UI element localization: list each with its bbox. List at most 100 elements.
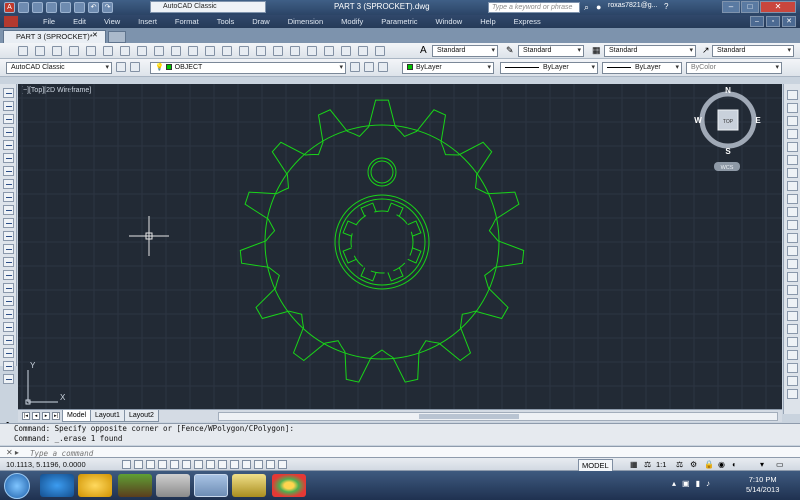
scroll-thumb[interactable] <box>419 414 519 419</box>
properties-icon[interactable] <box>290 46 300 56</box>
command-input[interactable] <box>30 448 790 458</box>
modify-join-icon[interactable] <box>787 259 798 269</box>
layer-combo[interactable]: 💡 OBJECT <box>150 62 346 74</box>
rectangle-icon[interactable] <box>3 140 14 150</box>
make-current-icon[interactable] <box>350 62 360 72</box>
minecraft-icon[interactable] <box>118 474 152 497</box>
table-icon[interactable] <box>3 309 14 319</box>
move-icon[interactable] <box>3 348 14 358</box>
modify-hatch-edit-icon[interactable] <box>787 376 798 386</box>
modify-fillet-icon[interactable] <box>787 285 798 295</box>
spline-slot[interactable] <box>360 202 377 217</box>
compass-north[interactable]: N <box>725 86 731 95</box>
isolate-objects-icon[interactable]: ◐ <box>732 460 737 469</box>
internet-explorer-icon[interactable] <box>40 474 74 497</box>
stretch-icon[interactable] <box>3 374 14 384</box>
lock-icon[interactable]: 🔒 <box>704 460 714 469</box>
show-lineweight-toggle[interactable] <box>242 460 251 469</box>
tab-layout1[interactable]: Layout1 <box>90 410 125 422</box>
color-combo[interactable]: ByLayer <box>402 62 494 74</box>
menu-draw[interactable]: Draw <box>243 17 279 26</box>
doc-minimize-button[interactable]: – <box>750 16 764 27</box>
help-icon[interactable]: ? <box>664 2 668 11</box>
snap-mode-toggle[interactable] <box>134 460 143 469</box>
wcs-menu[interactable]: WCS <box>721 165 734 171</box>
selection-cycling-toggle[interactable] <box>278 460 287 469</box>
copy-obj-icon[interactable] <box>3 361 14 371</box>
menu-edit[interactable]: Edit <box>64 17 95 26</box>
user-label[interactable]: roxas7821@g... <box>608 2 658 9</box>
gradient-icon[interactable] <box>3 283 14 293</box>
arc-icon[interactable] <box>3 153 14 163</box>
status-menu-icon[interactable]: ▾ <box>760 460 764 469</box>
modify-extend-icon[interactable] <box>787 220 798 230</box>
doc-restore-button[interactable]: ▫ <box>766 16 780 27</box>
menu-express[interactable]: Express <box>505 17 550 26</box>
taskbar-clock[interactable]: 7:10 PM 5/14/2013 <box>746 475 779 495</box>
modify-move-icon[interactable] <box>787 155 798 165</box>
design-center-icon[interactable] <box>307 46 317 56</box>
markup-icon[interactable] <box>358 46 368 56</box>
hardware-acceleration-icon[interactable]: ◉ <box>718 460 725 469</box>
menu-parametric[interactable]: Parametric <box>372 17 426 26</box>
zoom-window-icon[interactable] <box>256 46 266 56</box>
menu-dimension[interactable]: Dimension <box>279 17 332 26</box>
calculator-icon[interactable] <box>375 46 385 56</box>
close-tab-icon[interactable]: ✕ <box>92 31 98 39</box>
annotation-visibility-icon[interactable]: ⚖ <box>676 460 683 469</box>
clean-screen-icon[interactable]: ▭ <box>776 460 784 469</box>
modify-copy-icon[interactable] <box>787 103 798 113</box>
publish-icon[interactable] <box>103 46 113 56</box>
chrome-icon[interactable] <box>272 474 306 497</box>
modify-lengthen-icon[interactable] <box>787 337 798 347</box>
menu-window[interactable]: Window <box>427 17 472 26</box>
close-button[interactable]: ✕ <box>760 1 796 13</box>
spline-slot[interactable] <box>342 247 357 264</box>
user-icon[interactable]: ● <box>596 2 601 12</box>
open-icon[interactable] <box>35 46 45 56</box>
spline-slot[interactable] <box>360 267 377 282</box>
doc-close-button[interactable]: ✕ <box>782 16 796 27</box>
zoom-previous-icon[interactable] <box>273 46 283 56</box>
quick-view-icon[interactable]: ▦ <box>630 460 638 469</box>
multiline-text-2-icon[interactable] <box>3 322 14 332</box>
next-layout-button[interactable]: ▸ <box>42 412 50 420</box>
text-style-icon[interactable]: A <box>420 45 427 56</box>
plot-icon[interactable] <box>69 46 79 56</box>
match-properties-icon[interactable] <box>171 46 181 56</box>
annotation-scale[interactable]: 1:1 <box>656 460 666 469</box>
paste-icon[interactable] <box>154 46 164 56</box>
viewcube-face[interactable]: TOP <box>723 119 734 125</box>
dim-style-icon[interactable]: ✎ <box>506 45 514 56</box>
construction-line-icon[interactable] <box>3 101 14 111</box>
spline-icon[interactable] <box>3 192 14 202</box>
command-prompt-icon[interactable]: ✕ ▸ <box>6 448 19 457</box>
plotstyle-combo[interactable]: ByColor <box>686 62 782 74</box>
preview-icon[interactable] <box>86 46 96 56</box>
circle-icon[interactable] <box>3 166 14 176</box>
spline-slot[interactable] <box>387 202 404 217</box>
table-style-icon[interactable]: ▦ <box>592 45 601 56</box>
start-button[interactable] <box>4 473 30 499</box>
cut-icon[interactable] <box>120 46 130 56</box>
mleader-style-icon[interactable]: ↗ <box>702 45 710 56</box>
hatch-icon[interactable] <box>3 270 14 280</box>
ortho-mode-toggle[interactable] <box>158 460 167 469</box>
annotation-scale-icon[interactable]: ⚖ <box>644 460 651 469</box>
maximize-button[interactable]: □ <box>741 1 759 13</box>
modify-chamfer-icon[interactable] <box>787 272 798 282</box>
volume-icon[interactable]: ♪ <box>706 479 710 488</box>
modify-offset-icon[interactable] <box>787 129 798 139</box>
line-icon[interactable] <box>3 88 14 98</box>
table-style-combo[interactable]: Standard <box>604 45 696 57</box>
menu-view[interactable]: View <box>95 17 129 26</box>
compass-west[interactable]: W <box>694 116 702 125</box>
horizontal-scrollbar[interactable] <box>218 412 778 421</box>
modify-stretch-icon[interactable] <box>787 194 798 204</box>
last-layout-button[interactable]: ▸| <box>52 412 60 420</box>
menu-format[interactable]: Format <box>166 17 208 26</box>
minimize-button[interactable]: – <box>722 1 740 13</box>
prev-layout-button[interactable]: ◂ <box>32 412 40 420</box>
menu-tools[interactable]: Tools <box>208 17 244 26</box>
spline-slot[interactable] <box>407 220 422 237</box>
